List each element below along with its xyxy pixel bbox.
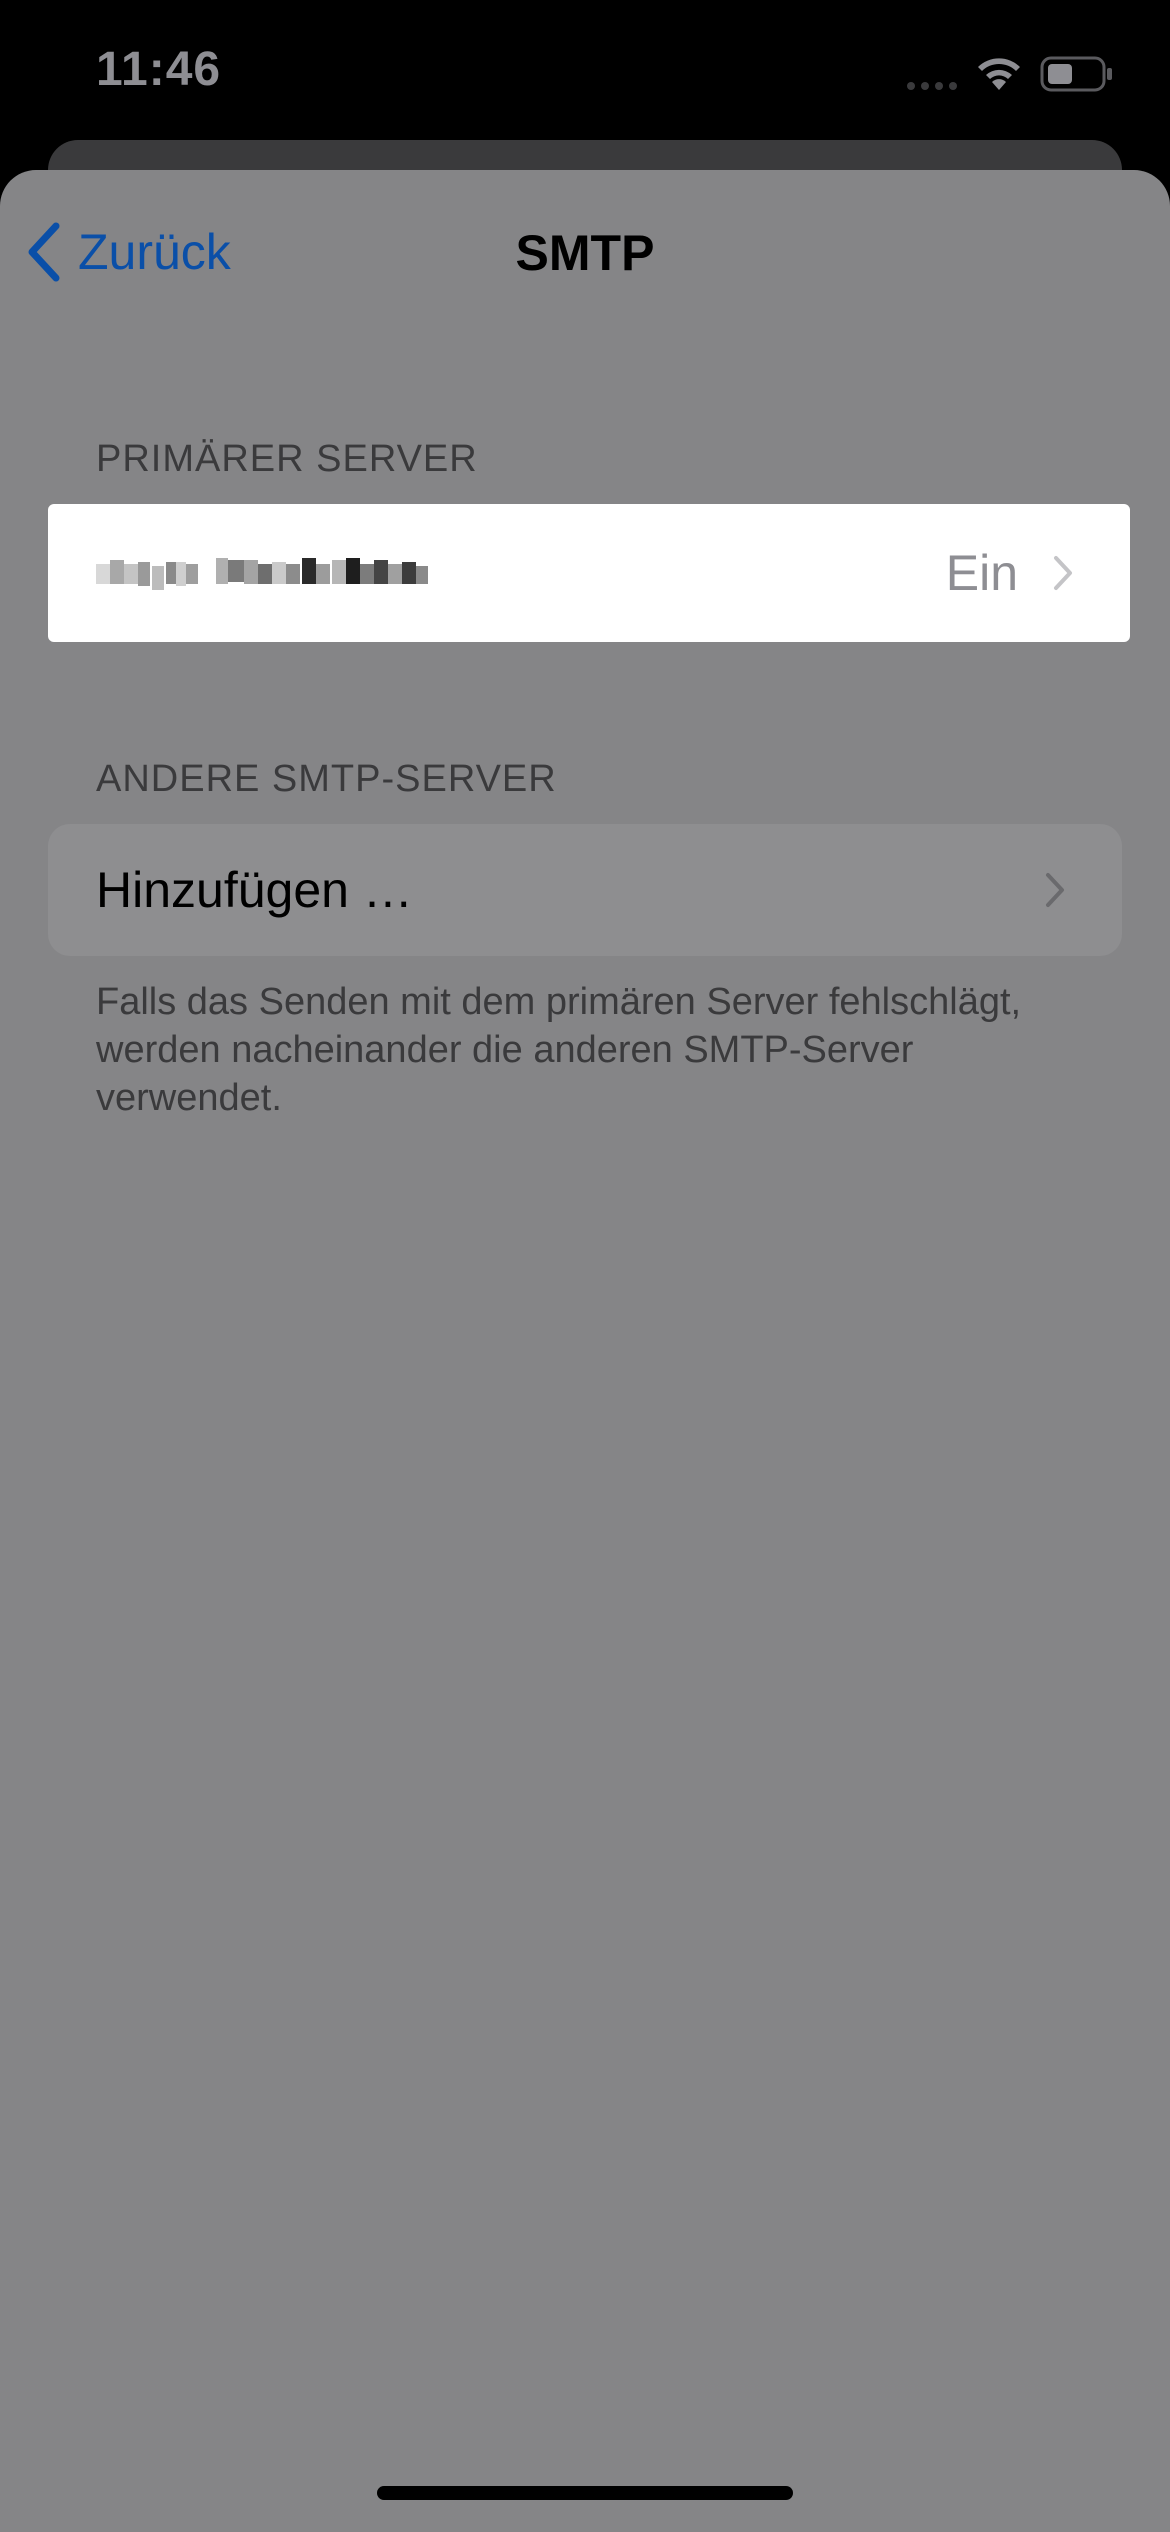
- add-server-label: Hinzufügen …: [96, 862, 413, 918]
- navigation-bar: Zurück SMTP: [0, 170, 1170, 340]
- primary-server-status: Ein: [945, 545, 1018, 601]
- home-indicator[interactable]: [377, 2486, 793, 2500]
- screen: 11:46 Zurück SMTP PRIMÄRER SERVER Ein AN…: [0, 0, 1170, 2532]
- page-title: SMTP: [515, 225, 655, 281]
- chevron-right-icon: [1046, 873, 1064, 907]
- section-header-other: ANDERE SMTP-SERVER: [96, 758, 557, 800]
- primary-server-cell[interactable]: Ein: [48, 504, 1130, 642]
- pixelated-server-name-icon: [96, 558, 428, 590]
- section-footer: Falls das Senden mit dem primären Server…: [96, 981, 1022, 1119]
- status-bar: 11:46: [0, 0, 1170, 150]
- add-server-cell[interactable]: Hinzufügen …: [48, 824, 1122, 956]
- status-time: 11:46: [96, 43, 222, 96]
- chevron-right-icon: [1054, 556, 1072, 590]
- smtp-sheet: Zurück SMTP PRIMÄRER SERVER Ein ANDERE S…: [0, 170, 1170, 2532]
- cellular-signal-icon: [907, 82, 957, 90]
- battery-icon: [1040, 56, 1112, 92]
- wifi-icon: [978, 58, 1020, 90]
- section-header-primary: PRIMÄRER SERVER: [96, 438, 478, 480]
